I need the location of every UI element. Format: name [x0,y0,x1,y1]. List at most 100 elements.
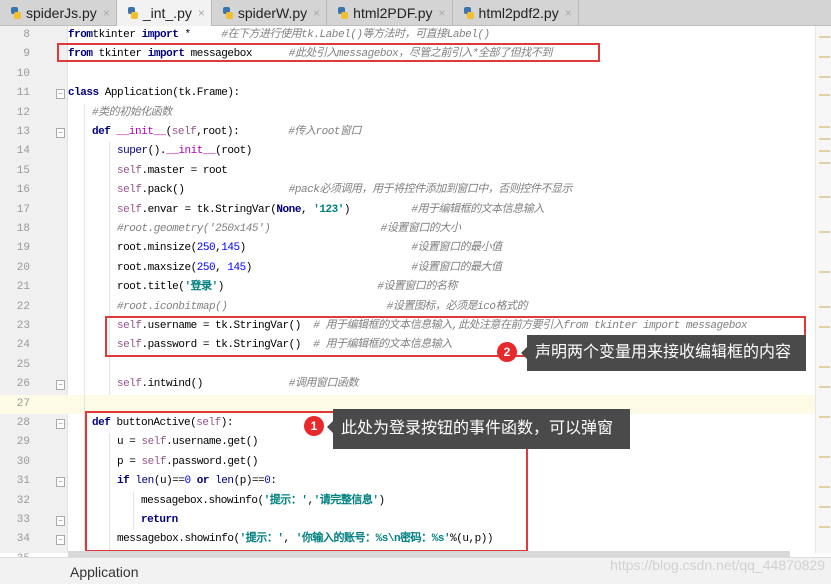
code-token: '123' [313,203,344,216]
code-token: __init__ [166,145,216,158]
code-comment: #root.geometry('250x145') #设置窗口的大小 [117,223,461,235]
code-line[interactable]: 21 root.title('登录') #设置窗口的名称 [0,278,815,297]
line-number: 8 [23,29,30,41]
code-line[interactable]: 15 self.master = root [0,162,815,181]
breadcrumb-class[interactable]: Application [70,564,139,580]
code-token: self [117,203,142,216]
code-token: , [300,203,314,216]
code-line[interactable]: 16 self.pack() #pack必须调用，用于将控件添加到窗口中，否则控件… [0,181,815,200]
code-line[interactable]: 22 #root.iconbitmap() #设置图标，必须是ico格式的 [0,298,815,317]
code-text: root.minsize(250,145) #设置窗口的最小值 [117,239,502,258]
watermark: https://blog.csdn.net/qq_44870829 [610,557,825,573]
fold-toggle-icon[interactable]: − [56,535,65,546]
line-number: 29 [16,436,30,449]
line-number: 23 [16,320,30,332]
code-token: __init__ [116,126,167,138]
code-line[interactable]: 20 root.maxsize(250, 145) #设置窗口的最大值 [0,259,815,278]
line-number: 12 [16,106,30,119]
python-file-icon [337,6,349,20]
code-token: ) [217,281,378,294]
code-comment: #在下方进行使用tk.Label()等方法时，可直接Label() [221,29,490,41]
line-number: 32 [16,494,30,507]
python-file-icon [10,6,22,20]
code-token: .master = root [141,164,228,177]
code-text: def __init__(self,root): #传入root窗口 [92,123,361,142]
tab-spiderw-py[interactable]: spiderW.py × [212,0,328,25]
line-number: 19 [16,242,30,255]
close-tab-icon[interactable]: × [565,6,572,20]
code-token: class [68,87,99,100]
code-token: ) [343,203,412,216]
fold-toggle-icon[interactable]: − [56,419,65,429]
code-token: import [141,29,179,41]
code-line[interactable]: 26 − self.intwind() #调用窗口函数 [0,375,815,394]
code-token: None [276,203,301,216]
code-line[interactable]: 10 [0,65,815,84]
line-number: 22 [16,300,30,313]
code-token: (root) [215,145,252,158]
code-comment: #设置窗口的最小值 [411,242,502,255]
code-token: super [117,145,148,158]
code-token: , [215,261,228,274]
code-token: self [171,126,197,138]
line-number: 28 [16,417,30,429]
indent-guide [84,103,85,453]
line-number: 24 [16,339,30,352]
line-number: 21 [16,281,30,294]
fold-toggle-icon[interactable]: − [56,128,65,138]
code-token: 250 [196,242,216,255]
close-tab-icon[interactable]: × [103,6,110,20]
error-stripe-scrollbar[interactable] [815,26,831,553]
code-comment: #传入root窗口 [288,126,362,138]
code-line[interactable]: 17 self.envar = tk.StringVar(None, '123')… [0,201,815,220]
code-token: (). [147,145,167,158]
code-line[interactable]: 19 root.minsize(250,145) #设置窗口的最小值 [0,239,815,258]
close-tab-icon[interactable]: × [198,6,205,20]
fold-toggle-icon[interactable]: − [56,380,65,391]
code-text: #root.iconbitmap() #设置图标，必须是ico格式的 [117,298,528,317]
code-text: #root.geometry('250x145') #设置窗口的大小 [117,220,461,239]
fold-toggle-icon[interactable]: − [56,477,65,488]
tab--int-py[interactable]: _int_.py × [116,0,212,26]
annotation-badge-2: 2 [497,342,517,362]
python-file-icon [463,6,475,20]
tab-html2pdf-py[interactable]: html2PDF.py × [327,0,453,25]
line-number: 30 [16,455,30,468]
code-line[interactable]: 18 #root.geometry('250x145') #设置窗口的大小 [0,220,815,239]
code-line[interactable]: 14 super().__init__(root) [0,142,815,161]
code-comment: #root.iconbitmap() #设置图标，必须是ico格式的 [117,300,528,313]
code-comment: #设置窗口的最大值 [411,261,502,274]
code-comment: #用于编辑框的文本信息输入 [411,203,544,216]
code-text: self.envar = tk.StringVar(None, '123') #… [117,201,544,220]
code-line[interactable]: 13 − def __init__(self,root): #传入root窗口 [0,123,815,142]
line-number: 20 [16,261,30,274]
line-number: 13 [16,126,30,138]
code-text: self.master = root [117,162,228,181]
close-tab-icon[interactable]: × [439,6,446,20]
line-number: 34 [16,533,30,546]
code-token: Application(tk.Frame): [98,87,240,100]
code-comment: #调用窗口函数 [288,378,359,391]
annotation-callout-2: 声明两个变量用来接收编辑框的内容 [521,335,806,371]
code-text: super().__init__(root) [117,142,252,161]
close-tab-icon[interactable]: × [313,6,320,20]
code-token: root.minsize( [117,242,197,255]
code-token: self [117,378,142,391]
tab-label: html2PDF.py [353,4,433,21]
code-text: self.intwind() #调用窗口函数 [117,375,358,394]
line-number: 27 [16,397,30,410]
line-number: 11 [16,87,30,100]
tab-html2pdf2-py[interactable]: html2pdf2.py × [453,0,579,25]
code-line[interactable]: 12 #类的初始化函数 [0,104,815,123]
code-token: * [178,29,222,41]
annotation-badge-1: 1 [304,416,324,436]
fold-toggle-icon[interactable]: − [56,89,65,100]
line-number: 10 [16,67,30,80]
code-text: class Application(tk.Frame): [68,84,240,103]
annotation-callout-1: 此处为登录按钮的事件函数，可以弹窗 [327,409,630,449]
code-token: '登录' [184,281,218,294]
tab-spiderjs-py[interactable]: spiderJs.py × [0,0,117,25]
fold-toggle-icon[interactable]: − [56,516,65,526]
code-line[interactable]: 11 − class Application(tk.Frame): [0,84,815,103]
line-number: 15 [16,164,30,177]
